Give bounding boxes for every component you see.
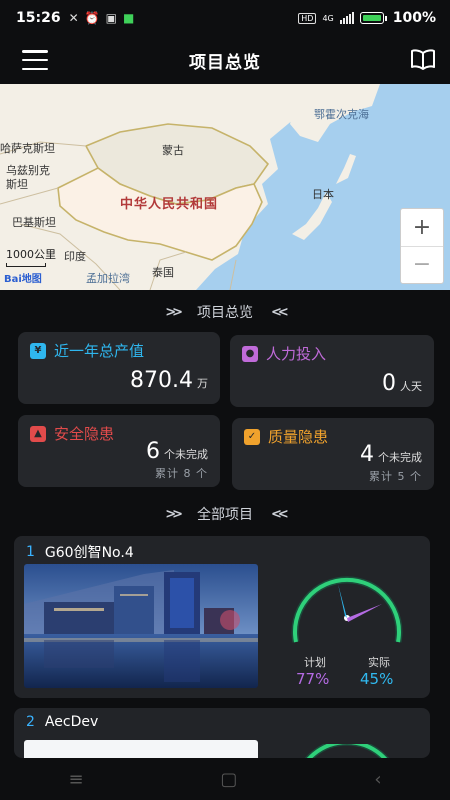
network-type: 4G — [322, 13, 334, 23]
recent-apps-icon[interactable]: ≡ — [68, 769, 83, 790]
map-scale: 1000公里 — [6, 246, 56, 267]
project-photo — [24, 740, 258, 758]
safety-unit: 个未完成 — [164, 448, 208, 461]
signal-icon — [339, 12, 354, 24]
back-icon[interactable]: ‹ — [374, 769, 381, 790]
safety-total: 累计 8 个 — [155, 467, 208, 480]
labor-label: 人力投入 — [266, 345, 327, 363]
battery-level: 100% — [392, 10, 436, 26]
actual-value: 45% — [360, 670, 394, 688]
map-label-india: 印度 — [64, 250, 86, 263]
progress-gauge — [304, 744, 390, 758]
output-value: 870.4 — [130, 368, 193, 393]
plan-needle — [347, 604, 382, 622]
safety-value: 6 — [146, 439, 160, 464]
status-icons: ✕ ⏰ ▣ ■ — [69, 11, 135, 25]
safety-label: 安全隐患 — [54, 425, 115, 443]
actual-label: 实际 — [368, 656, 390, 669]
project-card[interactable]: 1 G60创智No.4 计划 实际 77% 45% — [14, 536, 430, 698]
output-unit: 万 — [197, 377, 208, 390]
book-icon[interactable] — [410, 48, 436, 70]
project-name: G60创智No.4 — [44, 545, 134, 561]
map-label-thailand: 泰国 — [152, 266, 174, 279]
labor-card[interactable]: ● 人力投入 0 人天 — [230, 335, 434, 407]
map-label-bangladesh: 孟加拉湾 — [86, 272, 130, 285]
quality-value: 4 — [360, 442, 374, 467]
status-time: 15:26 — [16, 10, 61, 26]
chevrons-right-icon: >> — [165, 506, 183, 522]
home-icon[interactable]: ▢ — [220, 769, 237, 790]
hd-icon: HD — [298, 12, 317, 24]
top-navbar: 项目总览 — [0, 36, 450, 84]
overview-section-title: >> 项目总览 << — [165, 304, 289, 322]
chevrons-left-icon: << — [271, 304, 289, 320]
map-label-kazakh: 哈萨克斯坦 — [0, 142, 55, 155]
project-index: 2 — [26, 714, 35, 730]
progress-gauge — [291, 576, 403, 643]
quality-total: 累计 5 个 — [369, 470, 422, 483]
nfc-icon: ▣ — [105, 11, 117, 25]
quality-icon: ✓ — [244, 428, 260, 445]
quality-card[interactable]: ✓ 质量隐患 4 个未完成 累计 5 个 — [232, 418, 434, 490]
map-label-japan: 日本 — [312, 188, 334, 201]
safety-card[interactable]: ▲ 安全隐患 6 个未完成 累计 8 个 — [18, 415, 220, 487]
person-icon: ● — [242, 345, 258, 362]
chevrons-right-icon: >> — [165, 304, 183, 320]
zoom-out-button[interactable]: − — [401, 245, 443, 284]
actual-needle — [338, 584, 347, 618]
map-label-mongolia: 蒙古 — [162, 144, 184, 157]
projects-section-title: >> 全部项目 << — [165, 506, 289, 524]
map-zoom-control: + − — [400, 208, 444, 284]
chevrons-left-icon: << — [271, 506, 289, 522]
battery-icon — [359, 12, 384, 24]
alarm-icon: ⏰ — [84, 11, 100, 25]
mute-icon: ✕ — [68, 11, 79, 25]
quality-label: 质量隐患 — [268, 428, 329, 446]
menu-icon[interactable] — [22, 50, 48, 70]
map-label-pakistan: 巴基斯坦 — [12, 216, 56, 229]
page-title: 项目总览 — [189, 52, 261, 73]
zoom-in-button[interactable]: + — [401, 209, 443, 246]
project-index: 1 — [26, 544, 35, 560]
output-card[interactable]: ¥ 近一年总产值 870.4 万 — [18, 332, 220, 404]
helmet-icon: ▲ — [30, 425, 46, 442]
plan-value: 77% — [296, 670, 330, 688]
output-label: 近一年总产值 — [54, 342, 145, 360]
project-name: AecDev — [44, 714, 99, 730]
yuan-icon: ¥ — [30, 342, 46, 359]
map-label-stan: 斯坦 — [6, 178, 28, 191]
labor-value: 0 — [382, 371, 396, 396]
map-logo: Bai地图 — [4, 274, 42, 285]
project-photo — [24, 564, 258, 688]
plan-label: 计划 — [304, 656, 326, 669]
app-icon: ■ — [122, 11, 135, 25]
map-label-china: 中华人民共和国 — [120, 197, 219, 212]
quality-unit: 个未完成 — [378, 451, 422, 464]
system-navbar: ≡ ▢ ‹ — [0, 758, 450, 800]
status-bar: 15:26 ✕ ⏰ ▣ ■ HD 4G 100% — [0, 0, 450, 36]
project-card[interactable]: 2 AecDev — [14, 708, 430, 758]
map-label-okhotsk: 鄂霍次克海 — [314, 108, 369, 121]
labor-unit: 人天 — [400, 380, 422, 393]
project-map[interactable]: 蒙古 中华人民共和国 日本 鄂霍次克海 哈萨克斯坦 乌兹别克 斯坦 巴基斯坦 印… — [0, 84, 450, 290]
